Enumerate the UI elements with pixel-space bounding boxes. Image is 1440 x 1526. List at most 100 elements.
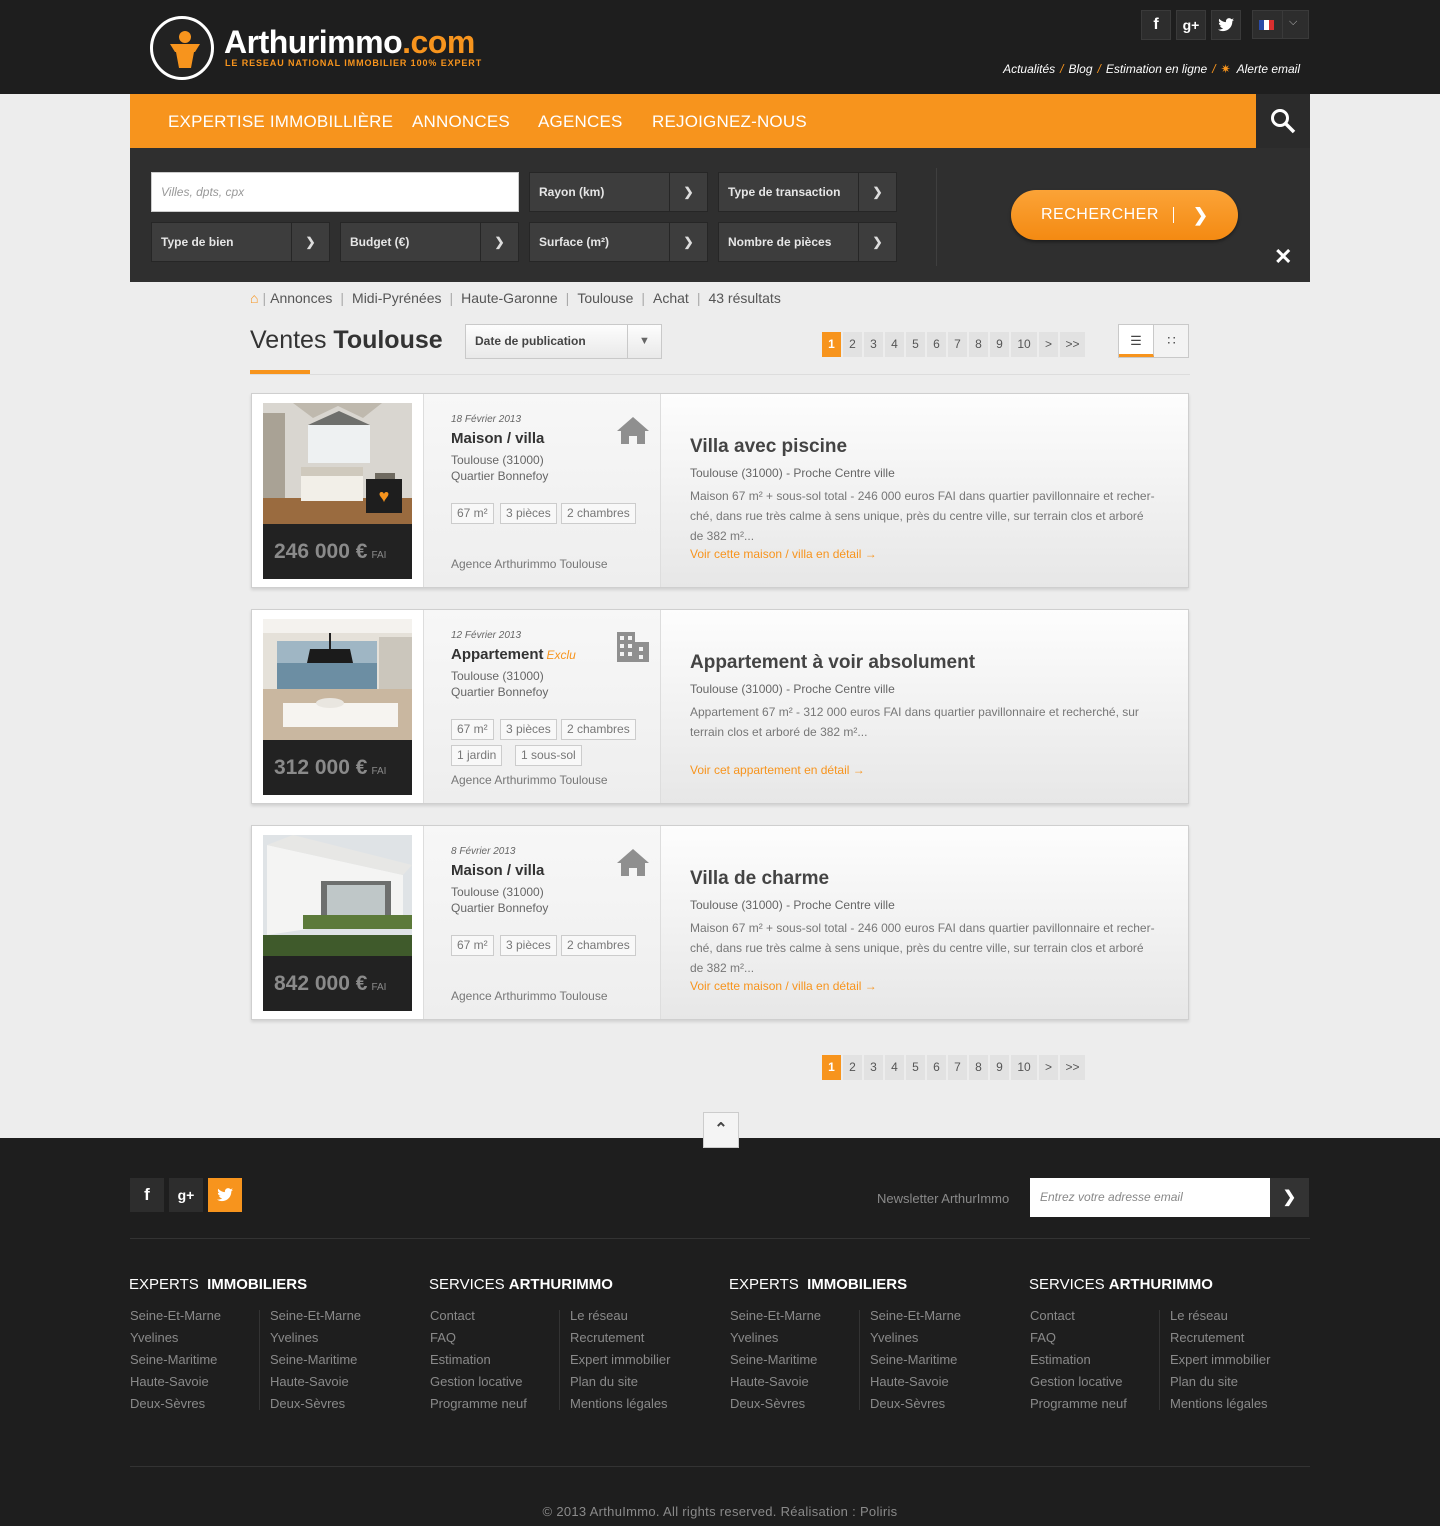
footer-link[interactable]: Seine-Et-Marne — [270, 1305, 361, 1327]
page-5[interactable]: 5 — [906, 332, 925, 357]
grid-view-icon[interactable]: ∷ — [1154, 325, 1189, 357]
listing-agency[interactable]: Agence Arthurimmo Toulouse — [451, 557, 608, 571]
googleplus-icon[interactable]: g+ — [169, 1178, 203, 1212]
footer-link[interactable]: Estimation — [1030, 1349, 1127, 1371]
twitter-icon[interactable] — [208, 1178, 242, 1212]
listing-image[interactable]: 842 000 € FAI — [263, 835, 412, 1011]
footer-link[interactable]: Gestion locative — [1030, 1371, 1127, 1393]
footer-link[interactable]: Le réseau — [570, 1305, 670, 1327]
footer-link[interactable]: Mentions légales — [570, 1393, 670, 1415]
page-5[interactable]: 5 — [906, 1055, 925, 1080]
footer-link[interactable]: Expert immobilier — [1170, 1349, 1270, 1371]
breadcrumb-item[interactable]: Midi-Pyrénées — [352, 290, 441, 306]
page-last[interactable]: >> — [1060, 332, 1085, 357]
footer-link[interactable]: Expert immobilier — [570, 1349, 670, 1371]
footer-link[interactable]: Contact — [1030, 1305, 1127, 1327]
footer-link[interactable]: Recrutement — [570, 1327, 670, 1349]
home-icon[interactable]: ⌂ — [250, 290, 258, 306]
page-7[interactable]: 7 — [948, 332, 967, 357]
page-8[interactable]: 8 — [969, 332, 988, 357]
breadcrumb-item[interactable]: Achat — [653, 290, 689, 306]
transaction-select[interactable]: Type de transaction ❯ — [718, 172, 897, 212]
search-toggle-button[interactable] — [1256, 94, 1310, 148]
page-7[interactable]: 7 — [948, 1055, 967, 1080]
footer-link[interactable]: Haute-Savoie — [130, 1371, 221, 1393]
footer-link[interactable]: Haute-Savoie — [870, 1371, 961, 1393]
surface-select[interactable]: Surface (m²) ❯ — [529, 222, 708, 262]
listing-detail-link[interactable]: Voir cette maison / villa en détail → — [690, 547, 877, 561]
facebook-icon[interactable]: f — [130, 1178, 164, 1212]
footer-link[interactable]: Deux-Sèvres — [730, 1393, 821, 1415]
listing-agency[interactable]: Agence Arthurimmo Toulouse — [451, 773, 608, 787]
footer-link[interactable]: FAQ — [1030, 1327, 1127, 1349]
page-1[interactable]: 1 — [822, 1055, 841, 1080]
page-last[interactable]: >> — [1060, 1055, 1085, 1080]
footer-link[interactable]: Seine-Maritime — [130, 1349, 221, 1371]
listing-image[interactable]: 312 000 € FAI — [263, 619, 412, 795]
page-next[interactable]: > — [1039, 332, 1058, 357]
list-view-icon[interactable]: ☰ — [1119, 325, 1154, 357]
scroll-to-top-button[interactable]: ⌃ — [703, 1112, 739, 1148]
listing-card[interactable]: ♥ 246 000 € FAI 18 Février 2013 Maison / … — [251, 393, 1189, 588]
footer-link[interactable]: Seine-Et-Marne — [870, 1305, 961, 1327]
footer-link[interactable]: Recrutement — [1170, 1327, 1270, 1349]
footer-link[interactable]: FAQ — [430, 1327, 527, 1349]
link-estimation[interactable]: Estimation en ligne — [1106, 62, 1207, 76]
sort-select[interactable]: Date de publication ▼ — [465, 324, 662, 359]
listing-title[interactable]: Appartement à voir absolument — [690, 652, 975, 674]
listing-image[interactable]: ♥ 246 000 € FAI — [263, 403, 412, 579]
budget-select[interactable]: Budget (€) ❯ — [340, 222, 519, 262]
footer-link[interactable]: Yvelines — [130, 1327, 221, 1349]
page-3[interactable]: 3 — [864, 1055, 883, 1080]
language-selector[interactable]: ⌵ — [1252, 10, 1309, 39]
close-icon[interactable]: ✕ — [1274, 244, 1292, 270]
footer-link[interactable]: Gestion locative — [430, 1371, 527, 1393]
footer-link[interactable]: Programme neuf — [1030, 1393, 1127, 1415]
listing-title[interactable]: Villa avec piscine — [690, 436, 847, 458]
page-9[interactable]: 9 — [990, 332, 1009, 357]
footer-link[interactable]: Seine-Et-Marne — [130, 1305, 221, 1327]
breadcrumb-item[interactable]: Haute-Garonne — [461, 290, 558, 306]
breadcrumb-item[interactable]: Toulouse — [577, 290, 633, 306]
page-2[interactable]: 2 — [843, 1055, 862, 1080]
page-9[interactable]: 9 — [990, 1055, 1009, 1080]
newsletter-email-input[interactable]: Entrez votre adresse email — [1030, 1178, 1270, 1217]
newsletter-submit-button[interactable]: ❯ — [1270, 1178, 1309, 1217]
listing-card[interactable]: 842 000 € FAI 8 Février 2013 Maison / vil… — [251, 825, 1189, 1020]
twitter-icon[interactable] — [1211, 10, 1241, 40]
footer-link[interactable]: Plan du site — [1170, 1371, 1270, 1393]
nav-expertise[interactable]: EXPERTISE IMMOBILLIÈRE — [168, 94, 393, 148]
page-2[interactable]: 2 — [843, 332, 862, 357]
page-4[interactable]: 4 — [885, 1055, 904, 1080]
page-6[interactable]: 6 — [927, 332, 946, 357]
link-actualites[interactable]: Actualités — [1003, 62, 1055, 76]
page-10[interactable]: 10 — [1011, 332, 1037, 357]
nav-annonces[interactable]: ANNONCES — [412, 94, 510, 148]
nav-agences[interactable]: AGENCES — [538, 94, 623, 148]
link-blog[interactable]: Blog — [1068, 62, 1092, 76]
city-search-input[interactable]: Villes, dpts, cpx — [151, 172, 519, 212]
footer-link[interactable]: Seine-Maritime — [730, 1349, 821, 1371]
footer-link[interactable]: Yvelines — [270, 1327, 361, 1349]
page-10[interactable]: 10 — [1011, 1055, 1037, 1080]
site-logo[interactable]: Arthurimmo.com LE RESEAU NATIONAL IMMOBI… — [150, 16, 481, 80]
pieces-select[interactable]: Nombre de pièces ❯ — [718, 222, 897, 262]
listing-card[interactable]: 312 000 € FAI 12 Février 2013 Appartement… — [251, 609, 1189, 804]
footer-link[interactable]: Deux-Sèvres — [130, 1393, 221, 1415]
footer-link[interactable]: Yvelines — [870, 1327, 961, 1349]
listing-detail-link[interactable]: Voir cette maison / villa en détail → — [690, 979, 877, 993]
rechercher-button[interactable]: RECHERCHER ❯ — [1011, 190, 1238, 240]
page-6[interactable]: 6 — [927, 1055, 946, 1080]
footer-link[interactable]: Estimation — [430, 1349, 527, 1371]
page-next[interactable]: > — [1039, 1055, 1058, 1080]
footer-link[interactable]: Haute-Savoie — [270, 1371, 361, 1393]
nav-rejoignez[interactable]: REJOIGNEZ-NOUS — [652, 94, 807, 148]
footer-link[interactable]: Haute-Savoie — [730, 1371, 821, 1393]
footer-link[interactable]: Mentions légales — [1170, 1393, 1270, 1415]
page-3[interactable]: 3 — [864, 332, 883, 357]
footer-link[interactable]: Deux-Sèvres — [870, 1393, 961, 1415]
footer-link[interactable]: Contact — [430, 1305, 527, 1327]
page-8[interactable]: 8 — [969, 1055, 988, 1080]
footer-link[interactable]: Programme neuf — [430, 1393, 527, 1415]
footer-link[interactable]: Seine-Et-Marne — [730, 1305, 821, 1327]
